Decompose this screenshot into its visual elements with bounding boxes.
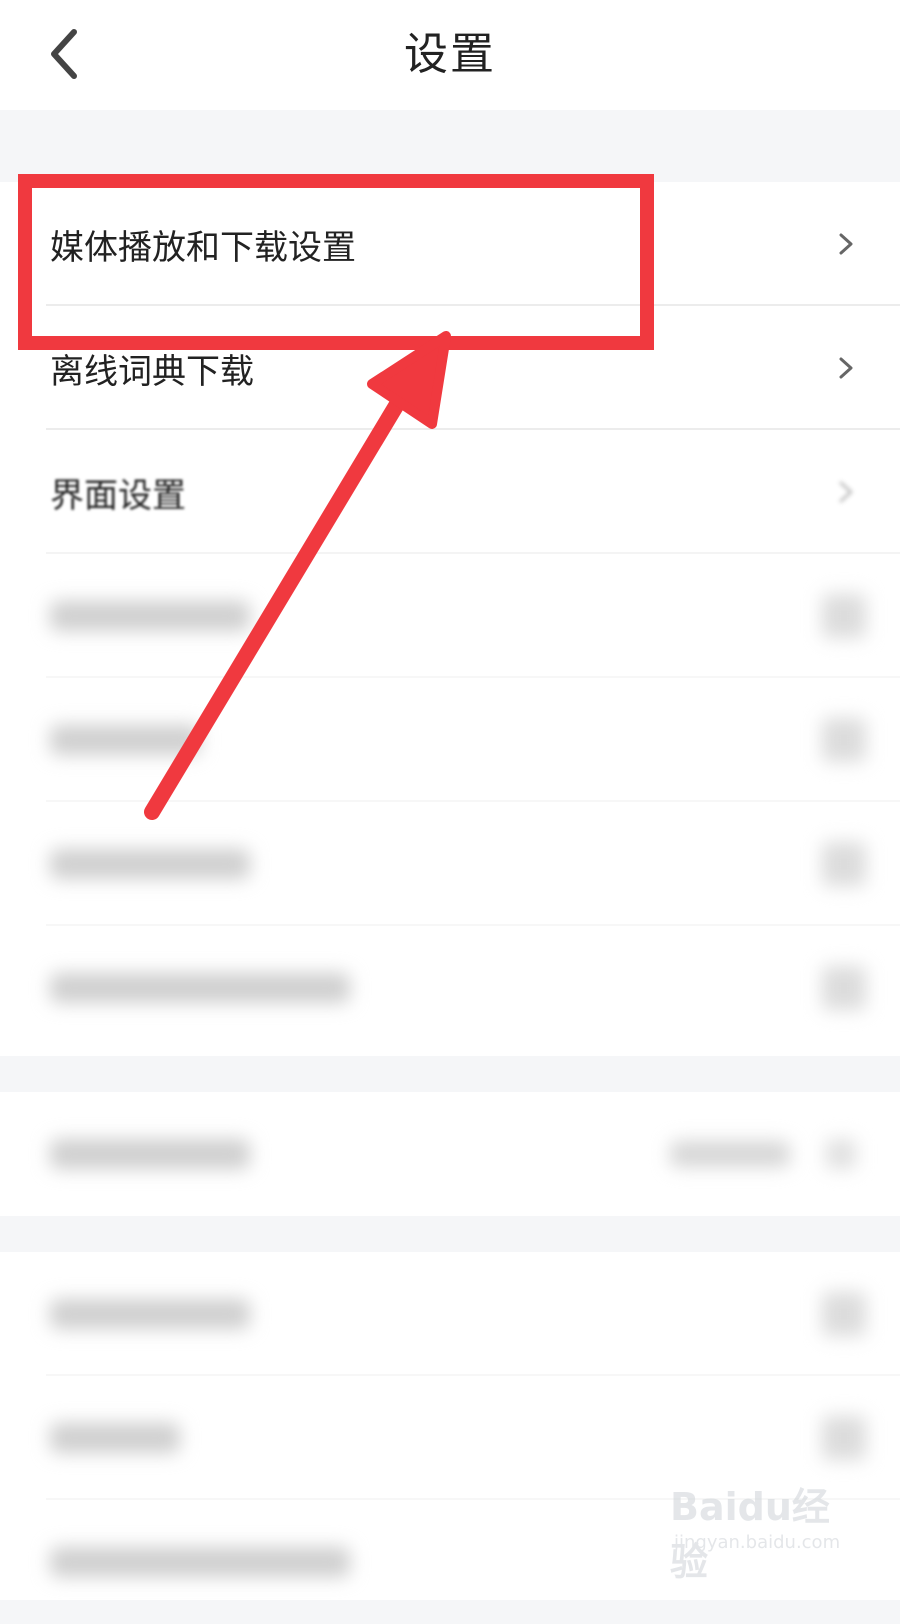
settings-item-label: 界面设置 bbox=[50, 475, 186, 516]
chevron-right-icon bbox=[822, 594, 866, 638]
settings-item-label: 媒体播放和下载设置 bbox=[50, 227, 356, 268]
top-navigation-bar: 设置 bbox=[0, 0, 900, 110]
blurred-placeholder bbox=[50, 1547, 350, 1577]
settings-group-1: 媒体播放和下载设置 离线词典下载 界面设置 bbox=[0, 182, 900, 1056]
blurred-placeholder bbox=[50, 601, 250, 631]
settings-item-media-playback-download[interactable]: 媒体播放和下载设置 bbox=[0, 182, 900, 306]
chevron-right-icon bbox=[826, 1139, 856, 1169]
blurred-value bbox=[670, 1141, 790, 1167]
settings-item-label: 离线词典下载 bbox=[50, 351, 254, 392]
blurred-placeholder bbox=[50, 1139, 250, 1169]
settings-item-blurred[interactable] bbox=[0, 1252, 900, 1376]
chevron-right-icon bbox=[822, 718, 866, 762]
blurred-placeholder bbox=[50, 1299, 250, 1329]
chevron-right-icon bbox=[822, 1292, 866, 1336]
settings-item-offline-dictionary[interactable]: 离线词典下载 bbox=[0, 306, 900, 430]
chevron-right-icon bbox=[822, 842, 866, 886]
settings-item-blurred[interactable] bbox=[0, 1500, 900, 1624]
settings-item-blurred[interactable] bbox=[0, 926, 900, 1050]
blurred-placeholder bbox=[50, 725, 200, 755]
chevron-right-icon bbox=[839, 233, 853, 255]
settings-item-blurred[interactable] bbox=[0, 1376, 900, 1500]
settings-group-3 bbox=[0, 1252, 900, 1600]
settings-item-interface[interactable]: 界面设置 bbox=[0, 430, 900, 554]
blurred-placeholder bbox=[50, 1423, 180, 1453]
settings-item-blurred[interactable] bbox=[0, 802, 900, 926]
chevron-right-icon bbox=[839, 357, 853, 379]
blurred-placeholder bbox=[50, 973, 350, 1003]
chevron-right-icon bbox=[839, 481, 853, 503]
page-title: 设置 bbox=[404, 29, 496, 80]
settings-item-blurred[interactable] bbox=[0, 1092, 900, 1216]
chevron-right-icon bbox=[822, 966, 866, 1010]
chevron-right-icon bbox=[822, 1416, 866, 1460]
blurred-placeholder bbox=[50, 849, 250, 879]
settings-group-2 bbox=[0, 1092, 900, 1216]
settings-item-blurred[interactable] bbox=[0, 554, 900, 678]
settings-item-blurred[interactable] bbox=[0, 678, 900, 802]
